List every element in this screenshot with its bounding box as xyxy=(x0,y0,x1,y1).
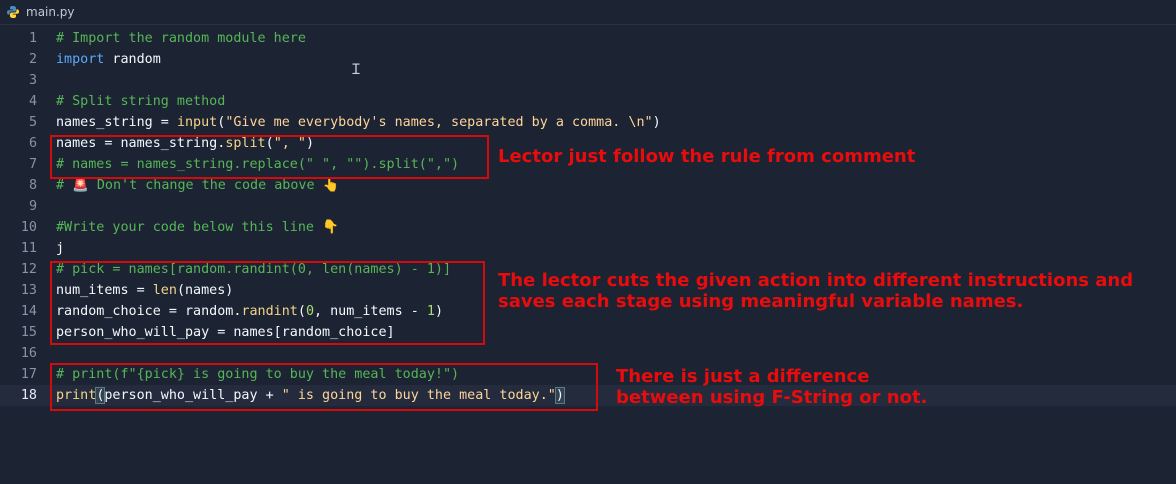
code-text[interactable]: # pick = names[random.randint(0, len(nam… xyxy=(56,259,451,280)
code-token: 0 xyxy=(305,304,314,319)
code-token: names_string = xyxy=(56,115,177,130)
code-line[interactable]: 11 j xyxy=(0,238,1176,259)
code-text[interactable]: print(person_who_will_pay + " is going t… xyxy=(56,385,565,406)
line-number: 8 xyxy=(28,178,37,193)
code-token: randint xyxy=(241,304,298,319)
code-token: random xyxy=(104,52,161,67)
line-number: 13 xyxy=(20,283,37,298)
code-token: # names = names_string.replace(" ", "").… xyxy=(56,157,460,172)
code-token: ( xyxy=(297,304,306,319)
code-text[interactable]: # 🚨 Don't change the code above 👆 xyxy=(56,175,339,196)
code-token: person_who_will_pay = names[random_choic… xyxy=(56,325,395,340)
code-token: , num_items - xyxy=(314,304,427,319)
code-token: 1 xyxy=(426,304,435,319)
code-token: j xyxy=(56,241,65,256)
line-number: 1 xyxy=(28,31,37,46)
code-text[interactable]: j xyxy=(56,238,64,259)
line-number: 14 xyxy=(20,304,37,319)
line-number: 18 xyxy=(20,388,37,403)
code-token: ) xyxy=(652,115,661,130)
code-token: #Write your code below this line 👇 xyxy=(56,220,339,235)
code-line[interactable]: 18 print(person_who_will_pay + " is going… xyxy=(0,385,1176,406)
code-text[interactable]: import random xyxy=(56,49,161,70)
code-token: (names) xyxy=(176,283,234,298)
code-token: person_who_will_pay + xyxy=(104,388,282,403)
code-token: names = names_string. xyxy=(56,136,226,151)
code-line[interactable]: 3 xyxy=(0,70,1176,91)
line-number: 10 xyxy=(20,220,37,235)
code-line[interactable]: 8 # 🚨 Don't change the code above 👆 xyxy=(0,175,1176,196)
line-number: 11 xyxy=(20,241,37,256)
line-number: 9 xyxy=(28,199,37,214)
code-token: input xyxy=(176,115,218,130)
code-text[interactable]: # names = names_string.replace(" ", "").… xyxy=(56,154,459,175)
line-number: 6 xyxy=(28,136,37,151)
code-token: ) xyxy=(305,136,314,151)
line-number: 4 xyxy=(28,94,37,109)
code-line[interactable]: 1 # Import the random module here xyxy=(0,28,1176,49)
code-line[interactable]: 16 xyxy=(0,343,1176,364)
code-line[interactable]: 17 # print(f"{pick} is going to buy the m… xyxy=(0,364,1176,385)
annotation-note-variable-names: The lector cuts the given action into di… xyxy=(498,270,1134,312)
line-number: 7 xyxy=(28,157,37,172)
code-line[interactable]: 10 #Write your code below this line 👇 xyxy=(0,217,1176,238)
line-number: 16 xyxy=(20,346,37,361)
code-token: # Split string method xyxy=(56,94,226,109)
code-token: len xyxy=(152,283,177,298)
code-editor[interactable]: 1 # Import the random module here 2 import … xyxy=(0,28,1176,484)
code-line[interactable]: 9 xyxy=(0,196,1176,217)
tab-main-py[interactable]: main.py xyxy=(0,0,85,24)
text-cursor-icon: Ｉ xyxy=(349,62,363,78)
line-number: 12 xyxy=(20,262,37,277)
code-token: # print(f"{pick} is going to buy the mea… xyxy=(56,367,460,382)
code-text[interactable]: # print(f"{pick} is going to buy the mea… xyxy=(56,364,459,385)
python-file-icon xyxy=(6,5,20,19)
tab-label: main.py xyxy=(26,5,75,19)
code-token: random_choice = random. xyxy=(56,304,242,319)
code-token: # Import the random module here xyxy=(56,31,306,46)
code-text[interactable]: random_choice = random.randint(0, num_it… xyxy=(56,301,443,322)
tab-bar: main.py xyxy=(0,0,1176,25)
code-token: split xyxy=(225,136,266,151)
code-line[interactable]: 5 names_string = input("Give me everybody… xyxy=(0,112,1176,133)
code-token: ) xyxy=(434,304,443,319)
line-number: 2 xyxy=(28,52,37,67)
code-text[interactable]: names = names_string.split(", ") xyxy=(56,133,314,154)
code-text[interactable]: # Split string method xyxy=(56,91,225,112)
line-number: 17 xyxy=(20,367,37,382)
code-token: print xyxy=(56,388,97,403)
code-text[interactable]: # Import the random module here xyxy=(56,28,306,49)
code-token: # pick = names[random.randint(0, len(nam… xyxy=(56,262,452,277)
code-token: # 🚨 Don't change the code above 👆 xyxy=(56,178,340,193)
code-token: ) xyxy=(554,387,565,404)
line-number: 5 xyxy=(28,115,37,130)
code-token: num_items = xyxy=(56,283,153,298)
code-line[interactable]: 15 person_who_will_pay = names[random_cho… xyxy=(0,322,1176,343)
code-token: ( xyxy=(265,136,274,151)
annotation-note-comment-rule: Lector just follow the rule from comment xyxy=(498,146,916,167)
code-text[interactable]: person_who_will_pay = names[random_choic… xyxy=(56,322,395,343)
code-line[interactable]: 2 import random xyxy=(0,49,1176,70)
line-number: 3 xyxy=(28,73,37,88)
code-token: import xyxy=(56,52,105,67)
code-token: " is going to buy the meal today." xyxy=(281,388,556,403)
code-line[interactable]: 4 # Split string method xyxy=(0,91,1176,112)
code-text[interactable]: #Write your code below this line 👇 xyxy=(56,217,339,238)
code-text[interactable]: num_items = len(names) xyxy=(56,280,233,301)
code-text[interactable]: names_string = input("Give me everybody'… xyxy=(56,112,661,133)
code-token: "Give me everybody's names, separated by… xyxy=(225,115,653,130)
annotation-note-fstring: There is just a difference between using… xyxy=(616,366,928,408)
code-token: ", " xyxy=(273,136,306,151)
line-number: 15 xyxy=(20,325,37,340)
